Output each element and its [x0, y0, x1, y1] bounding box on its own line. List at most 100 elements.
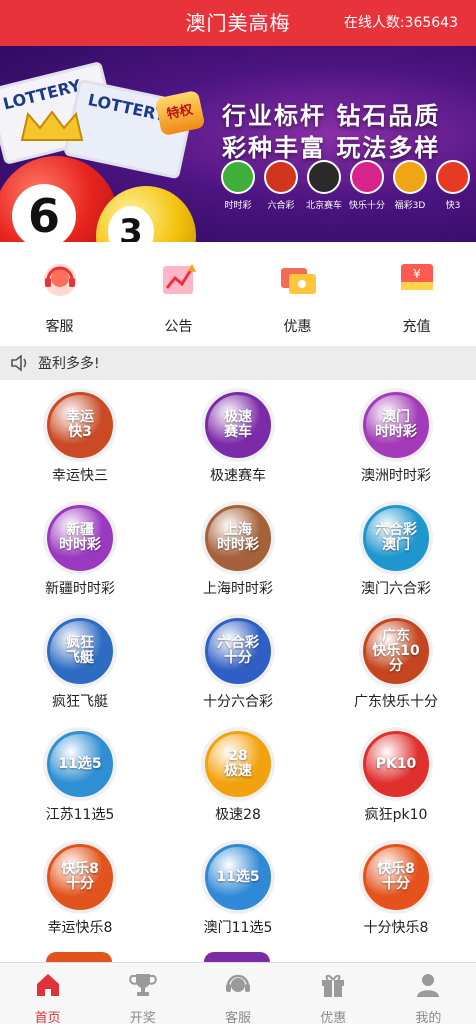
game-label: 澳洲时时彩	[361, 468, 431, 484]
game-label: 澳门11选5	[203, 920, 273, 936]
promo-banner[interactable]: LOTTERY LOTTERY 特权 6 3 行业标杆 钻石品质 彩种丰富 玩法…	[0, 46, 476, 242]
lottery-logo-icon	[264, 160, 298, 194]
notice-text: 盈利多多!	[38, 356, 100, 372]
game-logo-text: 快乐8 十分	[377, 861, 415, 892]
banner-lottery-0: 时时彩	[218, 160, 258, 211]
game-item[interactable]: 11选5 江苏11选5	[1, 719, 159, 832]
game-logo-text: 极速 赛车	[224, 409, 252, 440]
game-logo-partial[interactable]	[204, 952, 270, 962]
app-header: 澳门美高梅 在线人数:365643	[0, 0, 476, 46]
lottery-logo-icon	[350, 160, 384, 194]
game-item[interactable]: 11选5 澳门11选5	[159, 832, 317, 945]
recharge-icon: ¥	[400, 264, 433, 290]
game-logo-icon: PK10	[363, 731, 429, 797]
game-label: 幸运快三	[52, 468, 108, 484]
game-label: 极速赛车	[210, 468, 266, 484]
game-logo-text: 六合彩 澳门	[375, 522, 417, 553]
game-logo-text: 28 极速	[224, 748, 252, 779]
tab-home[interactable]: 首页	[0, 963, 95, 1024]
trophy-icon	[129, 974, 157, 996]
speaker-icon	[11, 354, 27, 372]
game-logo-icon: 11选5	[47, 731, 113, 797]
game-logo-text: 广东 快乐10分	[372, 627, 420, 674]
game-logo-icon: 六合彩 十分	[205, 618, 271, 684]
banner-slogan-1: 行业标杆 钻石品质	[222, 102, 441, 130]
banner-lottery-2: 北京赛车	[304, 160, 344, 211]
game-logo-icon: 28 极速	[205, 731, 271, 797]
game-grid: 幸运 快3 幸运快三 极速 赛车 极速赛车 澳门 时时彩 澳洲时时彩 新疆 时时彩 新疆时时彩…	[0, 380, 476, 962]
quick-announcement[interactable]: 公告	[119, 242, 238, 346]
game-item[interactable]: PK10 疯狂pk10	[317, 719, 475, 832]
quick-promotions[interactable]: 优惠	[238, 242, 357, 346]
game-logo-icon: 澳门 时时彩	[363, 392, 429, 458]
game-logo-icon: 11选5	[205, 844, 271, 910]
game-logo-icon: 疯狂 飞艇	[47, 618, 113, 684]
online-count: 在线人数:365643	[343, 15, 458, 31]
headset-icon	[43, 264, 76, 296]
game-logo-text: 六合彩 十分	[217, 635, 259, 666]
banner-lottery-4: 福彩3D	[390, 160, 430, 211]
game-logo-icon: 快乐8 十分	[363, 844, 429, 910]
game-logo-text: 幸运 快3	[66, 409, 94, 440]
quick-actions: 客服 公告 优惠 ¥ 充值	[0, 242, 476, 346]
game-logo-icon: 六合彩 澳门	[363, 505, 429, 571]
tab-promotions[interactable]: 优惠	[286, 963, 381, 1024]
quick-recharge[interactable]: ¥ 充值	[357, 242, 476, 346]
coupon-icon	[280, 268, 316, 294]
game-item[interactable]: 极速 赛车 极速赛车	[159, 380, 317, 493]
game-logo-icon: 快乐8 十分	[47, 844, 113, 910]
game-logo-text: 11选5	[58, 755, 102, 772]
game-item[interactable]: 疯狂 飞艇 疯狂飞艇	[1, 606, 159, 719]
game-label: 广东快乐十分	[354, 694, 438, 710]
notice-bar[interactable]: 盈利多多!	[0, 346, 476, 380]
banner-lottery-1: 六合彩	[261, 160, 301, 211]
game-label: 极速28	[215, 807, 261, 823]
game-label: 新疆时时彩	[45, 581, 115, 597]
game-item[interactable]: 六合彩 澳门 澳门六合彩	[317, 493, 475, 606]
bottom-tab-bar: 首页 开奖 客服 优惠 我的	[0, 962, 476, 1024]
game-item[interactable]: 快乐8 十分十分快乐8	[317, 832, 475, 945]
game-label: 十分快乐8	[363, 920, 429, 936]
lottery-logo-icon	[436, 160, 470, 194]
lottery-logo-icon	[307, 160, 341, 194]
gift-icon	[322, 974, 345, 997]
banner-slogan-2: 彩种丰富 玩法多样	[222, 134, 441, 162]
game-label: 上海时时彩	[203, 581, 273, 597]
lottery-logo-icon	[393, 160, 427, 194]
tab-draw-results[interactable]: 开奖	[95, 963, 190, 1024]
game-item[interactable]: 幸运 快3 幸运快三	[1, 380, 159, 493]
game-logo-text: 疯狂 飞艇	[66, 635, 94, 666]
game-logo-text: 11选5	[216, 868, 260, 885]
tab-profile[interactable]: 我的	[381, 963, 476, 1024]
user-icon	[417, 974, 440, 997]
crown-icon	[20, 110, 84, 141]
home-icon	[36, 974, 59, 996]
tab-customer-service[interactable]: 客服	[190, 963, 285, 1024]
game-item[interactable]: 新疆 时时彩新疆时时彩	[1, 493, 159, 606]
game-logo-icon: 上海 时时彩	[205, 505, 271, 571]
game-logo-partial[interactable]	[46, 952, 112, 962]
lottery-logo-icon	[221, 160, 255, 194]
game-logo-icon: 幸运 快3	[47, 392, 113, 458]
headset-icon	[226, 974, 250, 992]
game-item[interactable]: 上海 时时彩上海时时彩	[159, 493, 317, 606]
game-item[interactable]: 28 极速极速28	[159, 719, 317, 832]
game-item[interactable]: 快乐8 十分 幸运快乐8	[1, 832, 159, 945]
chart-icon	[162, 264, 196, 294]
game-label: 十分六合彩	[203, 694, 273, 710]
quick-customer-service[interactable]: 客服	[0, 242, 119, 346]
game-item[interactable]: 澳门 时时彩澳洲时时彩	[317, 380, 475, 493]
game-logo-icon: 新疆 时时彩	[47, 505, 113, 571]
game-logo-text: 上海 时时彩	[217, 522, 259, 553]
game-label: 江苏11选5	[45, 807, 115, 823]
game-item[interactable]: 六合彩 十分十分六合彩	[159, 606, 317, 719]
game-label: 疯狂飞艇	[52, 694, 108, 710]
game-logo-text: PK10	[375, 755, 417, 772]
game-item[interactable]: 广东 快乐10分广东快乐十分	[317, 606, 475, 719]
game-logo-text: 澳门 时时彩	[375, 409, 417, 440]
game-logo-text: 新疆 时时彩	[59, 522, 101, 553]
game-logo-icon: 广东 快乐10分	[363, 618, 429, 684]
game-label: 疯狂pk10	[364, 807, 428, 823]
banner-lottery-5: 快3	[433, 160, 473, 211]
banner-lottery-3: 快乐十分	[347, 160, 387, 211]
